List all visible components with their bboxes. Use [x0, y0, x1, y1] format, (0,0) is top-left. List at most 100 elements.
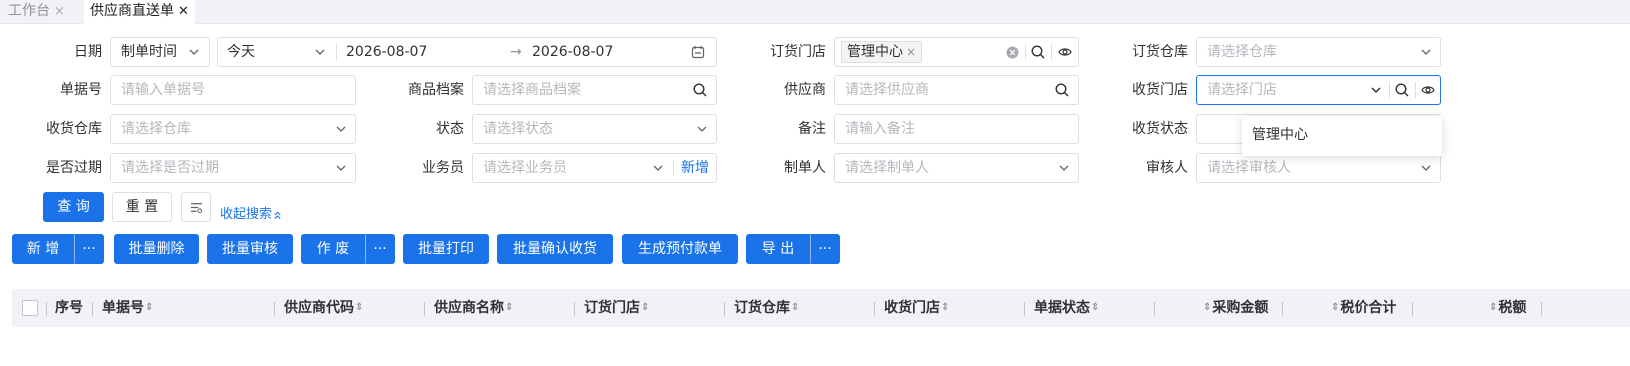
divider	[1389, 82, 1390, 98]
close-icon[interactable]: ×	[54, 4, 65, 19]
status-select[interactable]: 请选择状态	[472, 114, 717, 144]
column-divider	[1541, 302, 1542, 316]
search-icon[interactable]	[1395, 83, 1409, 97]
column-divider	[1412, 302, 1413, 316]
batch-confirm-receipt-button[interactable]: 批量确认收货	[497, 234, 613, 264]
tab-supplier-direct-order[interactable]: 供应商直送单 ✕	[84, 0, 195, 24]
supplier-placeholder: 请选择供应商	[845, 82, 929, 98]
sort-icon: ⇕	[1489, 302, 1498, 313]
clear-icon[interactable]	[1006, 46, 1019, 59]
dropdown-option[interactable]: 管理中心	[1252, 116, 1308, 154]
query-button[interactable]: 查 询	[43, 192, 104, 222]
date-preset-value[interactable]: 今天	[227, 38, 255, 66]
divider	[336, 44, 337, 60]
tab-workbench[interactable]: 工作台 ×	[2, 0, 71, 24]
date-from-value[interactable]: 2026-08-07	[346, 38, 427, 66]
add-salesman-link[interactable]: 新增	[681, 154, 709, 182]
receive-warehouse-select[interactable]: 请选择仓库	[110, 114, 356, 144]
expired-label: 是否过期	[46, 160, 102, 176]
eye-icon[interactable]	[1421, 83, 1435, 97]
column-divider	[1024, 302, 1025, 316]
date-type-select[interactable]: 制单时间	[110, 37, 210, 67]
batch-print-button[interactable]: 批量打印	[403, 234, 489, 264]
col-purchase-amount[interactable]: ⇕采购金额	[1202, 289, 1268, 327]
divider	[1051, 44, 1052, 60]
col-doc-status[interactable]: 单据状态⇕	[1034, 289, 1100, 327]
creator-placeholder: 请选择制单人	[845, 160, 929, 176]
sort-icon: ⇕	[145, 302, 154, 313]
col-label: 供应商名称	[434, 300, 504, 316]
creator-label: 制单人	[784, 160, 826, 176]
column-divider	[1282, 302, 1283, 316]
selected-tag: 管理中心 ×	[841, 41, 923, 63]
export-more-button[interactable]: ···	[810, 234, 840, 264]
calendar-icon[interactable]	[691, 45, 705, 59]
column-divider	[1154, 302, 1155, 316]
receive-warehouse-label: 收货仓库	[46, 121, 102, 137]
date-range-picker[interactable]: 今天 2026-08-07 → 2026-08-07	[217, 37, 717, 67]
expired-select[interactable]: 请选择是否过期	[110, 153, 356, 183]
order-warehouse-placeholder: 请选择仓库	[1207, 44, 1277, 60]
sort-icon: ⇕	[355, 302, 364, 313]
creator-select[interactable]: 请选择制单人	[834, 153, 1079, 183]
generate-prepayment-button[interactable]: 生成预付款单	[622, 234, 738, 264]
col-supplier-name[interactable]: 供应商名称⇕	[434, 289, 514, 327]
search-icon[interactable]	[1055, 83, 1069, 97]
date-label: 日期	[74, 44, 102, 60]
select-all-checkbox[interactable]	[22, 300, 38, 316]
col-receive-store[interactable]: 收货门店⇕	[884, 289, 950, 327]
col-order-store[interactable]: 订货门店⇕	[584, 289, 650, 327]
export-button[interactable]: 导 出	[746, 234, 810, 264]
column-divider	[874, 302, 875, 316]
batch-delete-button[interactable]: 批量删除	[114, 234, 199, 264]
column-settings-button[interactable]	[181, 192, 211, 222]
col-supplier-code[interactable]: 供应商代码⇕	[284, 289, 364, 327]
col-tax-inclusive-total[interactable]: ⇕税价合计	[1330, 289, 1396, 327]
salesman-select[interactable]: 请选择业务员 新增	[472, 153, 717, 183]
tag-close-icon[interactable]: ×	[906, 45, 916, 59]
order-store-label: 订货门店	[770, 44, 826, 60]
col-doc-no[interactable]: 单据号⇕	[102, 289, 154, 327]
col-tax-amount[interactable]: ⇕税额	[1488, 289, 1526, 327]
chevron-down-icon	[336, 165, 346, 171]
sort-icon: ⇕	[1091, 302, 1100, 313]
auditor-select[interactable]: 请选择审核人	[1196, 153, 1441, 183]
supplier-select[interactable]: 请选择供应商	[834, 75, 1079, 105]
col-seq: 序号	[55, 300, 83, 316]
column-divider	[92, 302, 93, 316]
order-warehouse-select[interactable]: 请选择仓库	[1196, 37, 1441, 67]
chevron-down-icon	[653, 165, 663, 171]
search-icon[interactable]	[693, 83, 707, 97]
void-button[interactable]: 作 废	[301, 234, 365, 264]
tag-text: 管理中心	[847, 44, 903, 60]
batch-audit-button[interactable]: 批量审核	[207, 234, 293, 264]
add-more-button[interactable]: ···	[74, 234, 104, 264]
status-label: 状态	[436, 121, 464, 137]
status-placeholder: 请选择状态	[483, 121, 553, 137]
void-more-button[interactable]: ···	[365, 234, 395, 264]
reset-button[interactable]: 重 置	[112, 192, 172, 222]
col-label: 采购金额	[1212, 300, 1269, 316]
eye-icon[interactable]	[1058, 45, 1072, 59]
chevron-down-icon	[1059, 165, 1069, 171]
product-label: 商品档案	[408, 82, 464, 98]
search-icon[interactable]	[1031, 45, 1045, 59]
product-select[interactable]: 请选择商品档案	[472, 75, 717, 105]
add-button[interactable]: 新 增	[12, 234, 74, 264]
doc-no-input[interactable]: 请输入单据号	[110, 75, 356, 105]
remark-input[interactable]: 请输入备注	[834, 114, 1079, 144]
receive-store-placeholder: 请选择门店	[1207, 82, 1277, 98]
order-store-select[interactable]: 管理中心 ×	[834, 37, 1079, 67]
divider	[1415, 82, 1416, 98]
filter-list-icon	[190, 203, 203, 214]
sort-icon: ⇕	[1203, 302, 1212, 313]
collapse-search-link[interactable]: 收起搜索	[220, 207, 282, 223]
date-to-value[interactable]: 2026-08-07	[532, 38, 613, 66]
close-icon[interactable]: ✕	[178, 4, 189, 19]
auditor-placeholder: 请选择审核人	[1207, 160, 1291, 176]
col-order-warehouse[interactable]: 订货仓库⇕	[734, 289, 800, 327]
chevron-down-icon	[189, 49, 199, 55]
receive-store-select[interactable]: 请选择门店	[1196, 75, 1441, 105]
receive-status-label: 收货状态	[1132, 121, 1188, 137]
sort-icon: ⇕	[791, 302, 800, 313]
